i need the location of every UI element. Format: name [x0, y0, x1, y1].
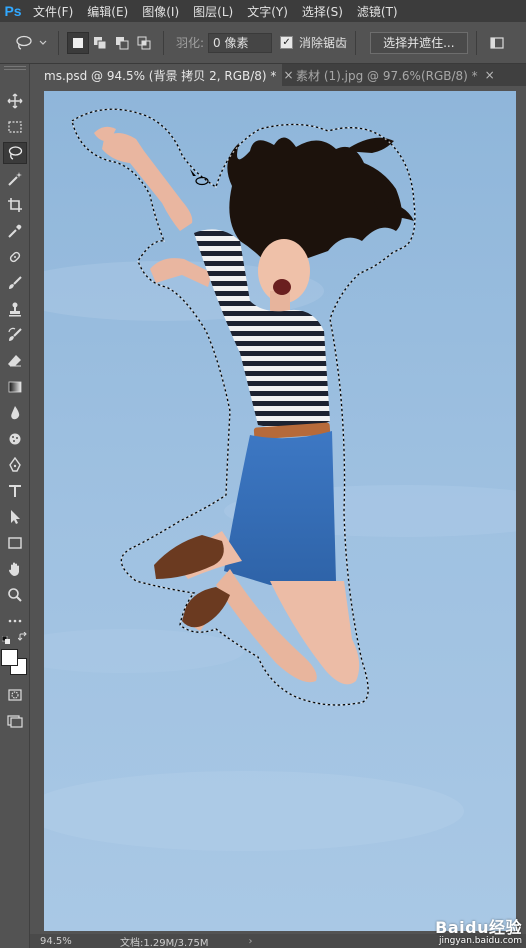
default-colors-icon[interactable]: [1, 634, 10, 644]
brush-icon[interactable]: [3, 272, 27, 294]
menu-image[interactable]: 图像(I): [135, 3, 186, 20]
marquee-icon[interactable]: [3, 116, 27, 138]
tab-sucai-jpg[interactable]: 素材 (1).jpg @ 97.6%(RGB/8) * ×: [282, 64, 495, 86]
dodge-icon[interactable]: [3, 428, 27, 450]
pen-icon[interactable]: [3, 454, 27, 476]
crop-icon[interactable]: [3, 194, 27, 216]
doc-size: 文档:1.29M/3.75M: [120, 937, 209, 948]
subtract-from-selection-button[interactable]: [111, 32, 133, 54]
photoshop-logo: Ps: [4, 3, 22, 19]
zoom-level[interactable]: 94.5%: [40, 936, 100, 947]
menu-edit[interactable]: 编辑(E): [80, 3, 135, 20]
menu-filter[interactable]: 滤镜(T): [350, 3, 405, 20]
window-maximize-button[interactable]: [481, 0, 526, 14]
more-icon[interactable]: [3, 610, 27, 632]
move-icon[interactable]: [3, 90, 27, 112]
foreground-color-swatch[interactable]: [1, 649, 18, 666]
path-select-icon[interactable]: [3, 506, 27, 528]
separator: [475, 30, 477, 55]
feather-input[interactable]: 0 像素: [208, 32, 273, 53]
rectangle-icon[interactable]: [3, 532, 27, 554]
menu-layer[interactable]: 图层(L): [186, 3, 240, 20]
antialias-checkbox[interactable]: ✓: [280, 36, 294, 49]
chevron-down-icon[interactable]: [38, 33, 48, 53]
menu-type[interactable]: 文字(Y): [240, 3, 295, 20]
separator: [58, 30, 59, 55]
tab-label: ms.psd @ 94.5% (背景 拷贝 2, RGB/8) *: [44, 68, 277, 83]
hand-icon[interactable]: [3, 558, 27, 580]
zoom-icon[interactable]: [3, 584, 27, 606]
screen-mode-icon[interactable]: [3, 710, 27, 732]
tools-panel: [0, 64, 30, 948]
window-minimize-button[interactable]: [434, 0, 480, 14]
new-selection-button[interactable]: [67, 31, 89, 54]
toolbar-grip[interactable]: [4, 66, 26, 70]
watermark-brand: Baidu经验: [435, 918, 522, 937]
magic-wand-icon[interactable]: [3, 168, 27, 190]
eyedropper-icon[interactable]: [3, 220, 27, 242]
healing-icon[interactable]: [3, 246, 27, 268]
blur-icon[interactable]: [3, 402, 27, 424]
separator: [355, 30, 357, 55]
lasso-preset-icon[interactable]: [14, 33, 34, 53]
watermark-url: jingyan.baidu.com: [438, 936, 522, 946]
intersect-selection-button[interactable]: [133, 32, 155, 54]
menu-bar: Ps 文件(F) 编辑(E) 图像(I) 图层(L) 文字(Y) 选择(S) 滤…: [0, 0, 526, 22]
select-and-mask-button[interactable]: 选择并遮住...: [370, 31, 468, 54]
options-bar: 羽化: 0 像素 ✓ 消除锯齿 选择并遮住...: [0, 22, 526, 64]
add-to-selection-button[interactable]: [89, 32, 111, 54]
antialias-label: 消除锯齿: [299, 36, 348, 50]
tab-label: 素材 (1).jpg @ 97.6%(RGB/8) *: [296, 68, 478, 83]
close-icon[interactable]: ×: [485, 68, 495, 82]
menu-file[interactable]: 文件(F): [26, 3, 80, 20]
photo-jumping-girl: [44, 91, 516, 931]
baidu-watermark: Baidu经验 jingyan.baidu.com: [435, 914, 522, 946]
menu-select[interactable]: 选择(S): [295, 3, 350, 20]
type-icon[interactable]: [3, 480, 27, 502]
stamp-icon[interactable]: [3, 298, 27, 320]
quick-mask-icon[interactable]: [3, 684, 27, 706]
document-canvas[interactable]: [44, 91, 516, 931]
history-brush-icon[interactable]: [3, 324, 27, 346]
eraser-icon[interactable]: [3, 350, 27, 372]
feather-label: 羽化:: [176, 36, 205, 50]
tab-ms-psd[interactable]: ms.psd @ 94.5% (背景 拷贝 2, RGB/8) * ×: [30, 64, 294, 86]
gradient-icon[interactable]: [3, 376, 27, 398]
swap-colors-icon[interactable]: [17, 631, 28, 642]
panel-toggle-icon[interactable]: [487, 33, 507, 53]
document-tabs: ms.psd @ 94.5% (背景 拷贝 2, RGB/8) * × 素材 (…: [30, 64, 526, 86]
canvas-area[interactable]: [30, 86, 526, 934]
status-menu-arrow-icon[interactable]: ›: [249, 936, 253, 947]
separator: [163, 30, 164, 55]
lasso-icon[interactable]: [3, 142, 27, 164]
